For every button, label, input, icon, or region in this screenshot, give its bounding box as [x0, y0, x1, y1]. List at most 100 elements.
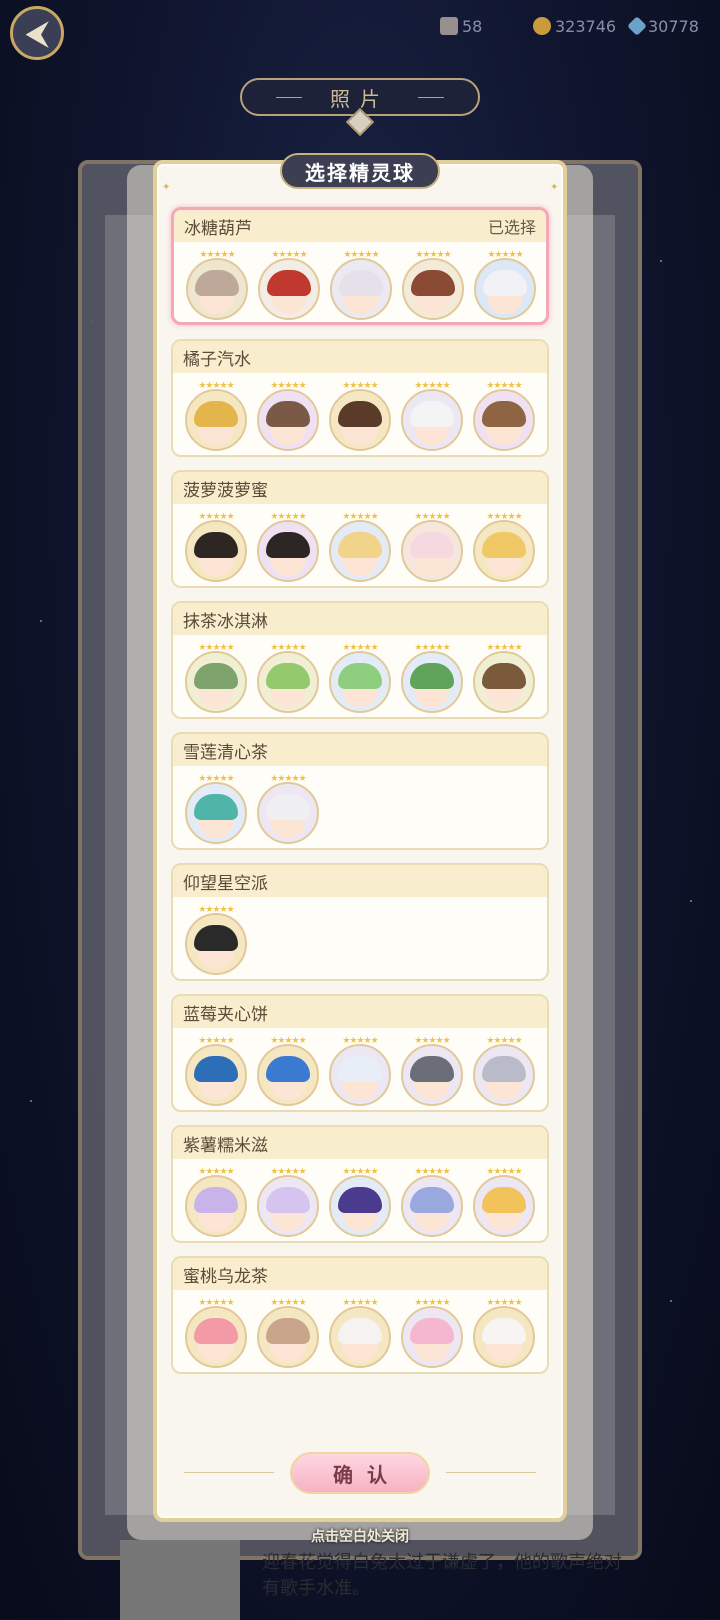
spirit-avatar[interactable]: ★★★★★ [185, 512, 247, 582]
star-rating-icon: ★★★★★ [342, 1167, 378, 1177]
star-rating-icon: ★★★★★ [198, 643, 234, 653]
ball-group-card[interactable]: 蜜桃乌龙茶 ★★★★★ ★★★★★ ★★★★★ ★★★★★ ★★★★★ [171, 1256, 549, 1374]
books-counter: 58 [440, 14, 482, 38]
spirit-avatar[interactable]: ★★★★★ [257, 512, 319, 582]
gems-counter: 30778 [627, 14, 699, 38]
avatar-portrait [473, 1175, 535, 1237]
spirit-avatar[interactable]: ★★★★★ [257, 643, 319, 713]
ball-group-header: 抹茶冰淇淋 [173, 603, 547, 635]
spirit-avatar[interactable]: ★★★★★ [329, 1167, 391, 1237]
spirit-avatar[interactable]: ★★★★★ [257, 381, 319, 451]
star-rating-icon: ★★★★★ [414, 1298, 450, 1308]
star-rating-icon: ★★★★★ [486, 512, 522, 522]
spirit-avatar[interactable]: ★★★★★ [473, 643, 535, 713]
spirit-avatar[interactable]: ★★★★★ [329, 381, 391, 451]
spirit-avatar[interactable]: ★★★★★ [185, 381, 247, 451]
avatar-portrait [329, 1306, 391, 1368]
avatar-portrait [185, 782, 247, 844]
ball-group-card[interactable]: 雪莲清心茶 ★★★★★ ★★★★★ [171, 732, 549, 850]
spirit-avatar[interactable]: ★★★★★ [258, 250, 320, 320]
star-rating-icon: ★★★★★ [342, 643, 378, 653]
ball-group-header: 冰糖葫芦 已选择 [174, 210, 546, 242]
spirit-avatar[interactable]: ★★★★★ [401, 643, 463, 713]
star-rating-icon: ★★★★★ [270, 1167, 306, 1177]
top-bar: ⮜ 58 323746 30778 [0, 0, 720, 60]
background-caption-text: 迎春花觉得白兔太过于谦虚了，他的歌声绝对有歌手水准。 [262, 1552, 622, 1599]
spirit-avatar[interactable]: ★★★★★ [329, 512, 391, 582]
spirit-avatar[interactable]: ★★★★★ [257, 1167, 319, 1237]
spirit-avatar[interactable]: ★★★★★ [402, 250, 464, 320]
spirit-avatar[interactable]: ★★★★★ [329, 1298, 391, 1368]
spirit-avatar[interactable]: ★★★★★ [401, 512, 463, 582]
ball-group-card[interactable]: 橘子汽水 ★★★★★ ★★★★★ ★★★★★ ★★★★★ ★★★★★ [171, 339, 549, 457]
avatar-portrait [185, 520, 247, 582]
spirit-avatar-row: ★★★★★ ★★★★★ [173, 766, 547, 844]
ball-group-card[interactable]: 抹茶冰淇淋 ★★★★★ ★★★★★ ★★★★★ ★★★★★ ★★★★★ [171, 601, 549, 719]
ball-group-header: 仰望星空派 [173, 865, 547, 897]
avatar-portrait [401, 520, 463, 582]
spirit-avatar[interactable]: ★★★★★ [473, 1167, 535, 1237]
spirit-avatar[interactable]: ★★★★★ [329, 1036, 391, 1106]
ball-group-header: 蜜桃乌龙茶 [173, 1258, 547, 1290]
avatar-portrait [401, 1175, 463, 1237]
confirm-button[interactable]: 确认 [290, 1452, 430, 1494]
avatar-portrait [257, 389, 319, 451]
star-rating-icon: ★★★★★ [414, 1167, 450, 1177]
ball-group-status: 已选择 [487, 218, 536, 237]
spirit-avatar[interactable]: ★★★★★ [257, 1298, 319, 1368]
ball-group-card[interactable]: 仰望星空派 ★★★★★ [171, 863, 549, 981]
ball-group-header: 雪莲清心茶 [173, 734, 547, 766]
ball-group-card[interactable]: 冰糖葫芦 已选择 ★★★★★ ★★★★★ ★★★★★ ★★★★★ ★★★★★ [171, 207, 549, 325]
spirit-avatar[interactable]: ★★★★★ [185, 643, 247, 713]
spirit-avatar[interactable]: ★★★★★ [401, 1036, 463, 1106]
spirit-avatar[interactable]: ★★★★★ [473, 1298, 535, 1368]
spirit-avatar-row: ★★★★★ ★★★★★ ★★★★★ ★★★★★ ★★★★★ [173, 1290, 547, 1368]
spirit-avatar[interactable]: ★★★★★ [185, 774, 247, 844]
spirit-avatar[interactable]: ★★★★★ [401, 1298, 463, 1368]
avatar-portrait [473, 1044, 535, 1106]
avatar-portrait [185, 651, 247, 713]
ball-group-name: 仰望星空派 [183, 873, 268, 894]
avatar-portrait [185, 389, 247, 451]
spirit-avatar[interactable]: ★★★★★ [185, 1167, 247, 1237]
spirit-avatar[interactable]: ★★★★★ [401, 381, 463, 451]
spirit-avatar[interactable]: ★★★★★ [330, 250, 392, 320]
spirit-avatar[interactable]: ★★★★★ [185, 905, 247, 975]
ball-group-name: 菠萝菠萝蜜 [183, 480, 268, 501]
star-rating-icon: ★★★★★ [487, 250, 523, 260]
corner-ornament: ✦ [550, 182, 559, 193]
spirit-avatar[interactable]: ★★★★★ [401, 1167, 463, 1237]
avatar-portrait [258, 258, 320, 320]
back-button[interactable]: ⮜ [10, 6, 64, 60]
close-hint: 点击空白处关闭 [311, 1529, 409, 1545]
spirit-avatar[interactable]: ★★★★★ [257, 774, 319, 844]
avatar-portrait [402, 258, 464, 320]
spirit-avatar[interactable]: ★★★★★ [185, 1036, 247, 1106]
spirit-avatar[interactable]: ★★★★★ [473, 512, 535, 582]
spirit-avatar[interactable]: ★★★★★ [185, 1298, 247, 1368]
star-rating-icon: ★★★★★ [343, 250, 379, 260]
avatar-portrait [329, 651, 391, 713]
ball-group-card[interactable]: 蓝莓夹心饼 ★★★★★ ★★★★★ ★★★★★ ★★★★★ ★★★★★ [171, 994, 549, 1112]
spirit-avatar[interactable]: ★★★★★ [474, 250, 536, 320]
avatar-portrait [330, 258, 392, 320]
star-rating-icon: ★★★★★ [271, 250, 307, 260]
spirit-avatar[interactable]: ★★★★★ [257, 1036, 319, 1106]
spirit-avatar[interactable]: ★★★★★ [186, 250, 248, 320]
avatar-portrait [185, 913, 247, 975]
star-rating-icon: ★★★★★ [486, 1167, 522, 1177]
star-rating-icon: ★★★★★ [414, 381, 450, 391]
spirit-avatar[interactable]: ★★★★★ [473, 381, 535, 451]
star-rating-icon: ★★★★★ [270, 512, 306, 522]
avatar-portrait [401, 651, 463, 713]
avatar-portrait [186, 258, 248, 320]
avatar-portrait [257, 1175, 319, 1237]
star-rating-icon: ★★★★★ [414, 1036, 450, 1046]
spirit-avatar[interactable]: ★★★★★ [473, 1036, 535, 1106]
ball-group-card[interactable]: 菠萝菠萝蜜 ★★★★★ ★★★★★ ★★★★★ ★★★★★ ★★★★★ [171, 470, 549, 588]
avatar-portrait [257, 520, 319, 582]
spirit-avatar[interactable]: ★★★★★ [329, 643, 391, 713]
coins-counter: 323746 [533, 14, 616, 38]
star-rating-icon: ★★★★★ [198, 774, 234, 784]
ball-group-card[interactable]: 紫薯糯米滋 ★★★★★ ★★★★★ ★★★★★ ★★★★★ ★★★★★ [171, 1125, 549, 1243]
